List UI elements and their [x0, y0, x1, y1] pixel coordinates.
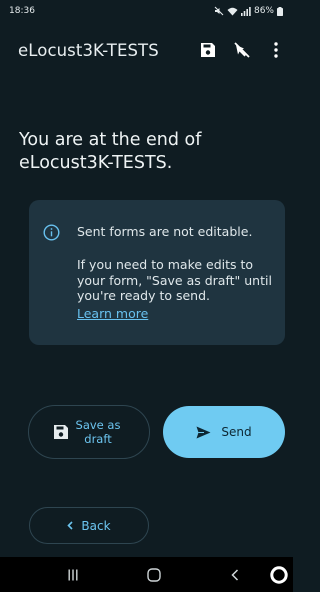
info-icon — [43, 224, 60, 241]
back-button[interactable]: Back — [29, 507, 149, 544]
battery-percent: 86% — [253, 6, 274, 16]
save-icon — [201, 43, 215, 57]
send-label: Send — [221, 425, 252, 439]
signal-icon — [240, 6, 251, 16]
app-title: eLocust3K-TESTS — [18, 40, 159, 60]
status-icons: 86% — [214, 6, 283, 16]
mute-icon — [214, 6, 224, 16]
home-icon — [147, 567, 161, 582]
back-nav-icon — [231, 568, 239, 581]
hide-navigation-action[interactable] — [225, 30, 259, 70]
info-card: Sent forms are not editable. If you need… — [29, 200, 285, 345]
assistant-icon — [269, 565, 288, 584]
assistant-button[interactable] — [264, 557, 293, 592]
back-nav-button[interactable] — [215, 557, 255, 592]
chevron-left-icon — [67, 521, 73, 530]
recent-apps-icon — [68, 569, 78, 580]
save-as-draft-button[interactable]: Save as draft — [28, 405, 150, 459]
hide-navigation-icon — [234, 42, 250, 58]
status-time: 18:36 — [9, 6, 35, 16]
more-vert-icon — [274, 42, 278, 58]
status-bar: 18:36 86% — [0, 0, 293, 22]
send-button[interactable]: Send — [163, 406, 285, 458]
system-nav-bar — [0, 557, 293, 592]
learn-more-link[interactable]: Learn more — [77, 306, 148, 321]
save-as-draft-label: Save as draft — [75, 418, 121, 446]
info-message: Sent forms are not editable. — [77, 224, 253, 239]
battery-icon — [277, 6, 283, 16]
save-action[interactable] — [191, 30, 225, 70]
home-button[interactable] — [134, 557, 174, 592]
app-bar: eLocust3K-TESTS — [0, 30, 293, 70]
info-detail: If you need to make edits to your form, … — [77, 257, 272, 303]
more-options-action[interactable] — [259, 30, 293, 70]
wifi-icon — [227, 7, 238, 15]
back-label: Back — [81, 518, 111, 533]
save-icon — [54, 425, 68, 439]
send-icon — [196, 426, 211, 438]
recent-apps-button[interactable] — [53, 557, 93, 592]
page-title: You are at the end of eLocust3K-TESTS. — [19, 130, 202, 173]
